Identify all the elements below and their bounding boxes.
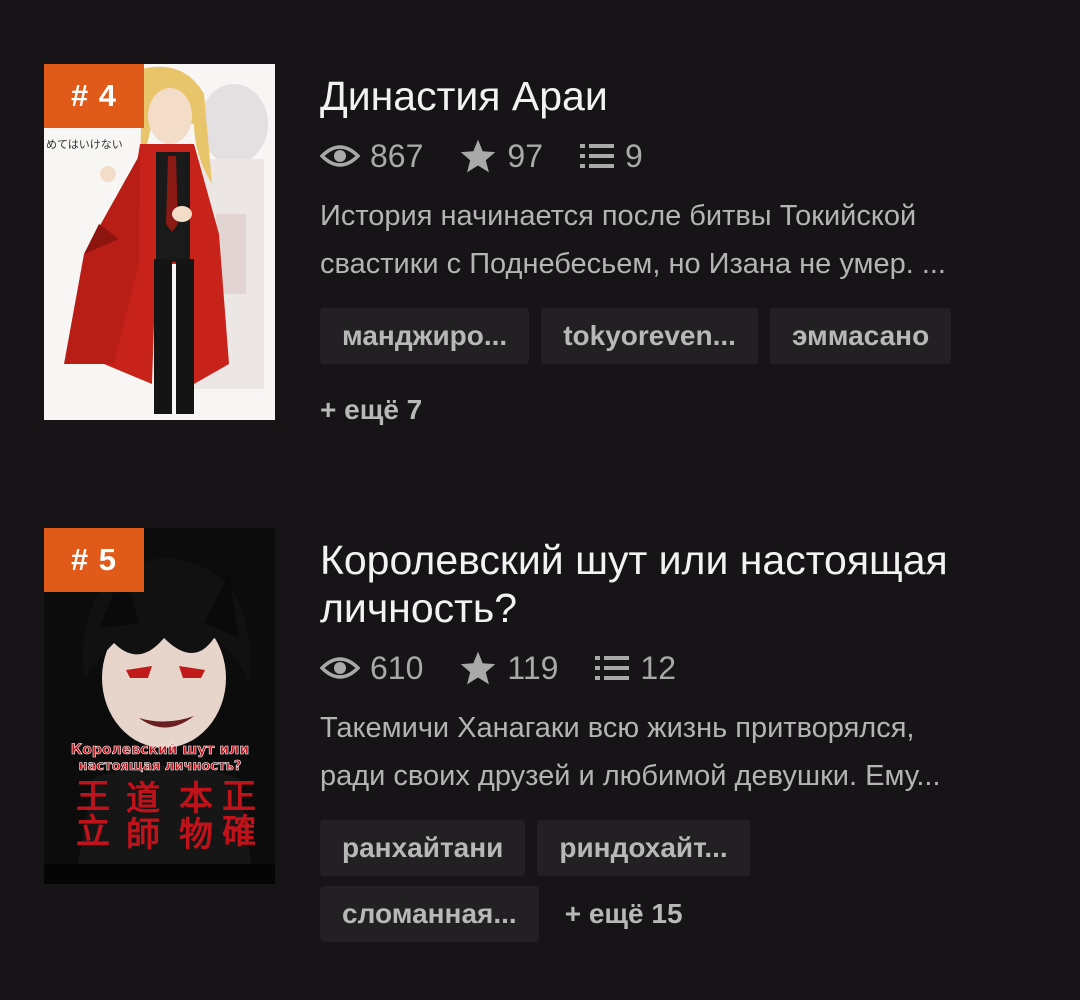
story-title[interactable]: Династия Араи	[320, 72, 1040, 120]
tag[interactable]: tokyoreven...	[541, 308, 758, 364]
cover-kanji: 王	[76, 777, 110, 817]
story-cover[interactable]: めてはいけない # 4	[44, 64, 275, 420]
story-description: Такемичи Ханагаки всю жизнь притворялся,…	[320, 704, 1040, 800]
rank-badge: # 5	[44, 528, 144, 592]
eye-icon	[320, 145, 360, 167]
description-line: Такемичи Ханагаки всю жизнь притворялся,	[320, 712, 915, 744]
more-tags-link[interactable]: + ещё 15	[565, 886, 683, 942]
cover-kanji: 師	[126, 815, 160, 855]
cover-kanji: 物	[179, 815, 213, 855]
star-icon	[461, 139, 496, 173]
story-stats: 867 97 9	[320, 130, 1040, 182]
description-line: История начинается после битвы Токийской	[320, 200, 917, 232]
views-count: 610	[370, 649, 424, 686]
title-line: Королевский шут или настоящая	[320, 537, 948, 583]
star-icon	[461, 651, 496, 685]
stars-stat: 119	[459, 650, 558, 687]
tag-list: ранхайтани риндохайт... сломанная... + е…	[320, 820, 1040, 952]
list-icon	[579, 144, 614, 168]
cover-caption: めてはいけない	[46, 138, 123, 151]
cover-caption: Королевский шут или	[71, 742, 249, 758]
views-count: 867	[370, 137, 424, 174]
story-stats: 610 119 12	[320, 642, 1040, 694]
cover-kanji: 正	[222, 777, 256, 817]
story-description: История начинается после битвы Токийской…	[320, 192, 1040, 288]
list-icon	[595, 656, 630, 680]
eye-icon	[320, 657, 360, 679]
stars-stat: 97	[459, 138, 543, 175]
rank-badge: # 4	[44, 64, 144, 128]
stars-count: 97	[507, 137, 543, 174]
story-info: Королевский шут или настоящая личность? …	[320, 528, 1040, 952]
chapters-stat: 9	[579, 138, 643, 175]
tag[interactable]: эммасано	[769, 308, 952, 364]
tag-list: манджиро... tokyoreven... эммасано + ещё…	[320, 308, 1040, 448]
description-line: ради своих друзей и любимой девушки. Ему…	[320, 760, 941, 792]
story-list: めてはいけない # 4 Династия Араи 867 97 9 Истор…	[0, 0, 1080, 1000]
chapters-count: 9	[624, 137, 643, 174]
cover-kanji: 確	[222, 812, 256, 852]
cover-kanji: 道	[126, 779, 160, 819]
title-line: личность?	[320, 585, 518, 631]
views-stat: 867	[320, 138, 423, 175]
stars-count: 119	[507, 649, 559, 686]
tag[interactable]: сломанная...	[320, 886, 539, 942]
more-tags-link[interactable]: + ещё 7	[320, 382, 422, 438]
cover-kanji: 本	[179, 779, 213, 819]
cover-kanji: 立	[76, 812, 110, 852]
description-line: свастики с Поднебесьем, но Изана не умер…	[320, 248, 946, 280]
chapters-stat: 12	[594, 650, 676, 687]
chapters-count: 12	[640, 649, 676, 686]
tag[interactable]: риндохайт...	[537, 820, 750, 876]
views-stat: 610	[320, 650, 423, 687]
tag[interactable]: ранхайтани	[320, 820, 526, 876]
story-cover[interactable]: Королевский шут или настоящая личность? …	[44, 528, 275, 884]
cover-caption: настоящая личность?	[79, 759, 242, 774]
tag[interactable]: манджиро...	[320, 308, 530, 364]
story-info: Династия Араи 867 97 9 История начинаетс…	[320, 64, 1040, 448]
story-title[interactable]: Королевский шут или настоящая личность?	[320, 536, 1040, 632]
